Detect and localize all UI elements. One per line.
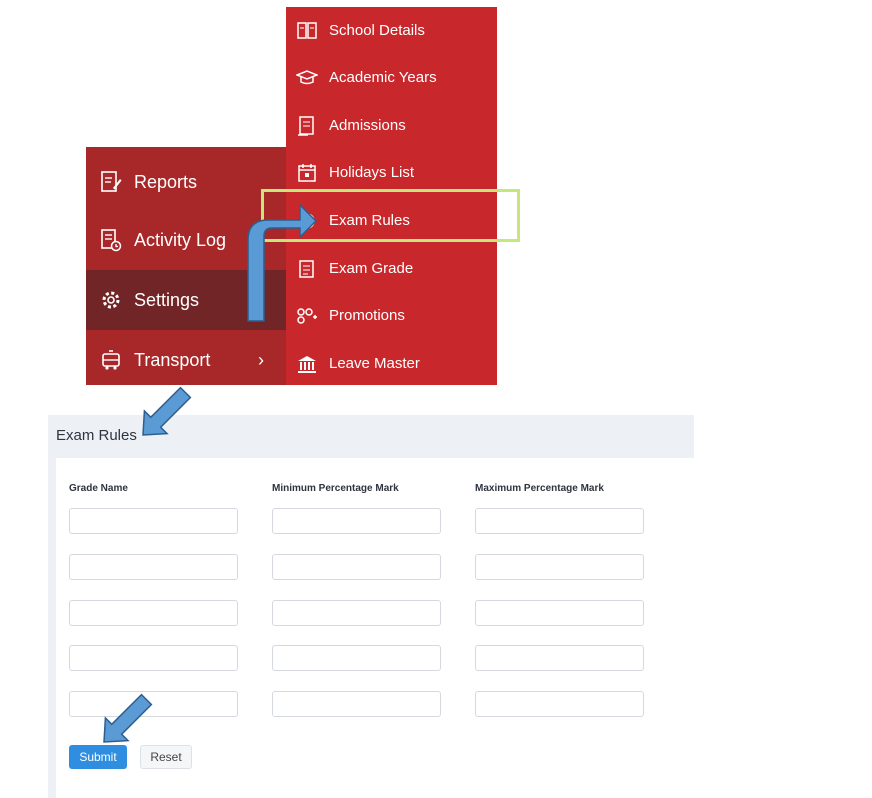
menu-item-settings[interactable]: Settings [86,270,286,330]
calendar-icon [295,161,319,185]
minimum-percentage-input[interactable] [272,645,441,671]
maximum-percentage-input[interactable] [475,645,644,671]
menu-item-label: Activity Log [134,229,227,250]
grade-name-input[interactable] [69,645,238,671]
maximum-percentage-input[interactable] [475,691,644,717]
grade-name-input[interactable] [69,554,238,580]
menu-item-transport[interactable]: Transport › [86,330,286,390]
grade-name-input[interactable] [69,508,238,534]
maximum-percentage-input[interactable] [475,508,644,534]
submenu-item-admissions[interactable]: Admissions [286,102,497,149]
column-header-grade-name: Grade Name [69,483,128,494]
gear-icon [98,287,124,313]
column-header-maximum-percentage: Maximum Percentage Mark [475,483,604,494]
submenu-item-label: Admissions [329,117,406,134]
submenu-item-label: Exam Grade [329,260,414,277]
submenu-item-label: School Details [329,22,425,39]
maximum-percentage-input[interactable] [475,600,644,626]
menu-item-label: Settings [134,289,200,310]
admission-form-icon [295,114,319,138]
chevron-right-icon: › [258,349,264,370]
submenu-item-label: Academic Years [329,69,437,86]
bank-building-icon [295,352,319,376]
exam-rules-highlight [261,189,520,242]
submenu-item-label: Promotions [329,307,405,324]
main-menu: Reports Activity Log Settings Transport … [86,147,286,385]
submenu-item-school-details[interactable]: School Details [286,7,497,54]
graduation-cap-icon [295,66,319,90]
submenu-item-leave-master[interactable]: Leave Master [286,340,497,387]
bus-icon [98,347,124,373]
minimum-percentage-input[interactable] [272,600,441,626]
menu-item-label: Transport [134,349,211,370]
menu-item-reports[interactable]: Reports [86,152,286,212]
report-edit-icon [98,169,124,195]
maximum-percentage-input[interactable] [475,554,644,580]
submenu-item-label: Leave Master [329,355,420,372]
activity-log-icon [98,227,124,253]
exam-grade-icon [295,257,319,281]
submenu-item-exam-grade[interactable]: Exam Grade [286,245,497,292]
submenu-item-promotions[interactable]: Promotions [286,292,497,339]
people-icon [295,304,319,328]
column-header-minimum-percentage: Minimum Percentage Mark [272,483,399,494]
submit-button[interactable]: Submit [69,745,127,769]
page-title: Exam Rules [56,427,137,444]
reset-button[interactable]: Reset [140,745,192,769]
exam-rules-header: Exam Rules [48,415,694,458]
minimum-percentage-input[interactable] [272,508,441,534]
submenu-item-academic-years[interactable]: Academic Years [286,54,497,101]
menu-item-activity-log[interactable]: Activity Log [86,210,286,270]
grade-name-input[interactable] [69,691,238,717]
grade-name-input[interactable] [69,600,238,626]
minimum-percentage-input[interactable] [272,554,441,580]
school-icon [295,19,319,43]
minimum-percentage-input[interactable] [272,691,441,717]
menu-item-label: Reports [134,171,198,192]
submenu-item-label: Holidays List [329,164,415,181]
